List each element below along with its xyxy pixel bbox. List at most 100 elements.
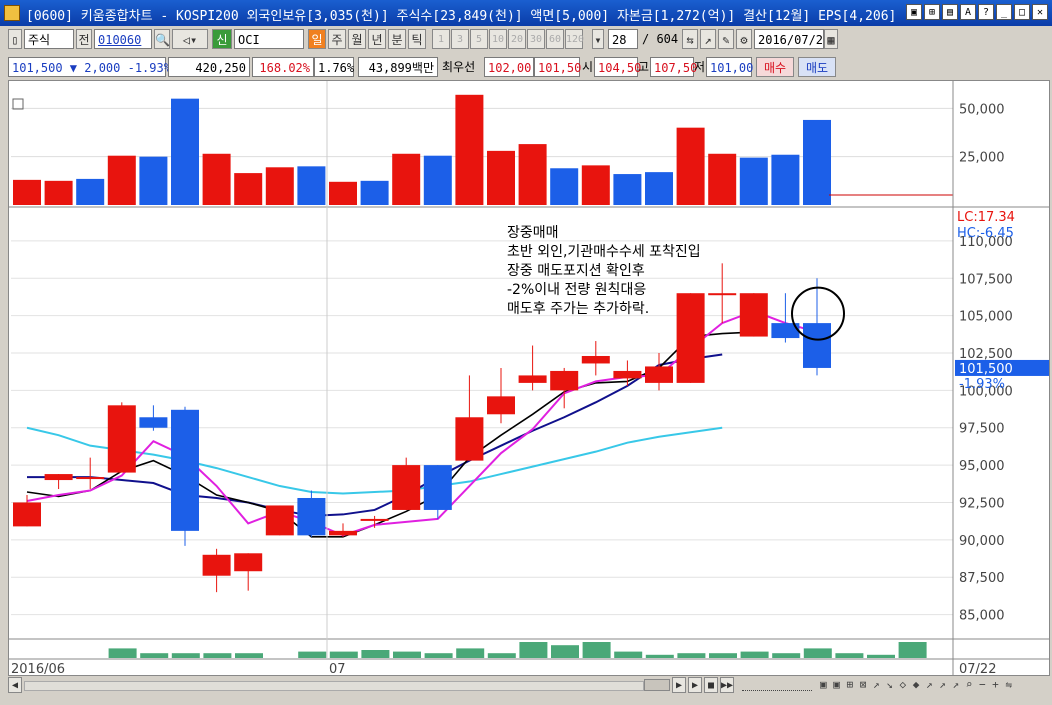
period-button[interactable]: 분 xyxy=(388,29,406,49)
interval-button[interactable]: 60 xyxy=(546,29,564,49)
best-ask: 102,00 xyxy=(484,57,534,77)
stop-icon[interactable]: ■ xyxy=(704,677,718,693)
period-button[interactable]: 틱 xyxy=(408,29,426,49)
lock-icon[interactable]: ▯ xyxy=(8,29,22,49)
market-type-select[interactable]: 주식 xyxy=(24,29,74,49)
close-button[interactable]: ✕ xyxy=(1032,4,1048,20)
app-icon xyxy=(4,5,20,21)
candle-body xyxy=(360,518,389,521)
indicator-bar xyxy=(803,648,832,658)
volume-bar xyxy=(676,127,705,205)
volume-bar xyxy=(44,180,73,205)
volume-bar xyxy=(708,153,737,205)
search-icon[interactable]: 🔍 xyxy=(154,29,170,49)
sell-button[interactable]: 매도 xyxy=(798,57,836,77)
indicator-bar xyxy=(203,653,232,658)
indicator-bar xyxy=(867,654,895,658)
minimize-button[interactable]: _ xyxy=(996,4,1012,20)
print-icon[interactable]: A xyxy=(960,4,976,20)
window-title: [0600] 키움종합차트 - KOSPI200 외국인보유[3,035(천)]… xyxy=(26,9,896,24)
candle-body xyxy=(107,405,136,473)
y-tick-label: 85,000 xyxy=(959,609,1005,624)
volume-bar xyxy=(265,167,294,205)
candle-body xyxy=(139,417,168,428)
chart-canvas[interactable]: 50,00025,000 110,000107,500105,000102,50… xyxy=(9,81,1049,677)
y-tick-label: 25,000 xyxy=(959,151,1005,166)
period-button[interactable]: 년 xyxy=(368,29,386,49)
link-icon[interactable]: ⊞ xyxy=(924,4,940,20)
volume-bar xyxy=(329,181,357,205)
candle-body xyxy=(645,366,673,383)
candle-body xyxy=(297,497,326,536)
total-count: / 604 xyxy=(642,32,679,46)
interval-button[interactable]: 20 xyxy=(508,29,526,49)
fast-forward-icon[interactable]: ▶▶ xyxy=(720,677,734,693)
volume-bar xyxy=(297,166,326,205)
high-label: 고 xyxy=(638,60,650,74)
stock-code-input[interactable]: 010060 xyxy=(94,29,152,49)
candle-body xyxy=(803,323,831,368)
pane-icon xyxy=(12,98,24,110)
speed-slider[interactable] xyxy=(742,679,812,691)
candle-body xyxy=(518,375,547,383)
y-tick-label: 107,500 xyxy=(959,272,1013,287)
volume-bar xyxy=(455,94,484,205)
candle-body xyxy=(202,554,231,576)
sound-icon[interactable]: ◁▾ xyxy=(172,29,208,49)
scroll-left-icon[interactable]: ◀ xyxy=(8,677,22,693)
count-input[interactable]: 28 xyxy=(608,29,638,49)
date-input[interactable]: 2016/07/2 xyxy=(754,29,824,49)
period-button[interactable]: 주 xyxy=(328,29,346,49)
indicator-bar xyxy=(835,653,864,658)
indicator-bar xyxy=(329,651,358,658)
period-button[interactable]: 월 xyxy=(348,29,366,49)
volume-bar xyxy=(202,153,231,205)
prev-button[interactable]: 전 xyxy=(76,29,92,49)
interval-button[interactable]: 10 xyxy=(489,29,507,49)
annotation-text: -2%이내 전량 원칙대응 xyxy=(507,282,646,298)
candle-body xyxy=(676,293,705,383)
settings-icon[interactable]: ⚙ xyxy=(736,29,752,49)
help-icon[interactable]: ? xyxy=(978,4,994,20)
y-tick-label: 105,000 xyxy=(959,310,1013,325)
layout-icon[interactable]: ▣ xyxy=(906,4,922,20)
hc-label: HC:-6.45 xyxy=(957,226,1014,241)
open-value: 104,50 xyxy=(594,57,641,77)
interval-button[interactable]: 3 xyxy=(451,29,469,49)
chart-icon[interactable]: ↗ xyxy=(700,29,716,49)
y-tick-label: 92,500 xyxy=(959,496,1005,511)
interval-button[interactable]: 30 xyxy=(527,29,545,49)
tool-icon[interactable]: ✎ xyxy=(718,29,734,49)
stock-name-field: OCI xyxy=(234,29,304,49)
candle-body xyxy=(423,465,452,510)
volume-bar xyxy=(613,174,642,205)
candle-body xyxy=(171,409,199,531)
chart-scrollbar[interactable] xyxy=(24,681,644,691)
play-icon[interactable]: ▶ xyxy=(688,677,702,693)
indicator-bar xyxy=(393,651,421,658)
candle-body xyxy=(487,396,515,415)
period-button[interactable]: 일 xyxy=(308,29,326,49)
maximize-button[interactable]: □ xyxy=(1014,4,1030,20)
chart-tools-icon[interactable]: ▣ ▣ ⊞ ⊠ ↗ ↘ ◇ ◆ ↗ ↗ ↗ ⌕ − + ⇋ xyxy=(820,677,1044,693)
interval-dropdown-icon[interactable]: ▾ xyxy=(592,29,604,49)
control-toolbar: ▯ 주식 전 010060 🔍 ◁▾ 신 OCI 일주월년분틱 1 3 5 10 20 3… xyxy=(8,29,1048,51)
volume-bar xyxy=(771,154,800,205)
amount-field: 43,899백만 xyxy=(358,57,438,77)
scrollbar-thumb[interactable] xyxy=(644,679,670,691)
indicator-bar xyxy=(645,654,674,658)
buy-button[interactable]: 매수 xyxy=(756,57,794,77)
volume-bar xyxy=(171,98,199,205)
zoom-icon[interactable]: ⇆ xyxy=(682,29,698,49)
interval-button[interactable]: 1 xyxy=(432,29,450,49)
grid-icon[interactable]: ▤ xyxy=(942,4,958,20)
candle-body xyxy=(455,417,484,461)
calendar-icon[interactable]: ▦ xyxy=(824,29,838,49)
scroll-right-icon[interactable]: ▶ xyxy=(672,677,686,693)
annotation-text: 장중매매 xyxy=(507,225,559,241)
chart-area[interactable]: 50,000 25,000 110,000 107,500 105,000 102,50… xyxy=(8,80,1050,677)
interval-button[interactable]: 5 xyxy=(470,29,488,49)
y-tick-label: 102,500 xyxy=(959,347,1013,362)
volume-bar xyxy=(360,180,389,205)
interval-button[interactable]: 120 xyxy=(565,29,584,49)
